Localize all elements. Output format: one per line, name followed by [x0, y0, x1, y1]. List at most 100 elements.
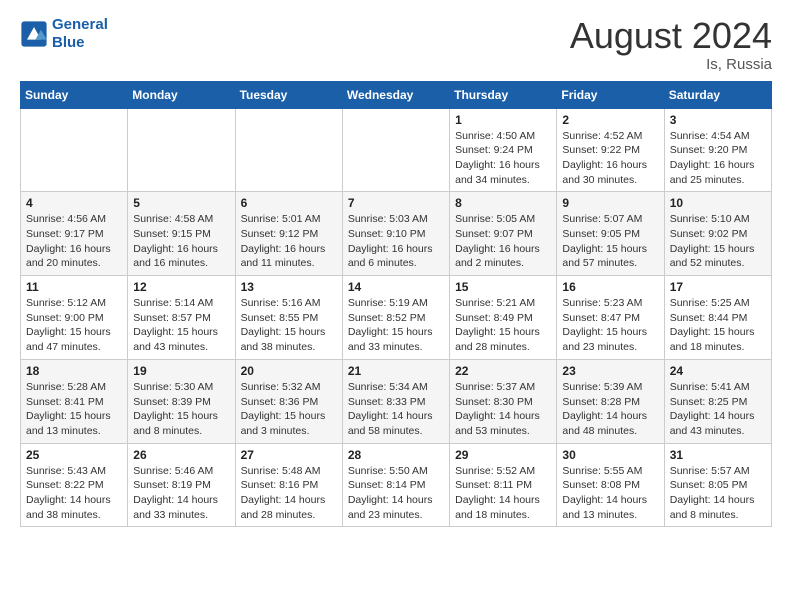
calendar-cell: 4 Sunrise: 4:56 AM Sunset: 9:17 PM Daylig… [21, 192, 128, 276]
day-number: 23 [562, 364, 658, 378]
day-info: Sunrise: 5:25 AM Sunset: 8:44 PM Dayligh… [670, 296, 766, 355]
calendar-cell: 19Sunrise: 5:30 AM Sunset: 8:39 PM Dayli… [128, 359, 235, 443]
day-info: Sunrise: 5:57 AM Sunset: 8:05 PM Dayligh… [670, 464, 766, 523]
day-number: 31 [670, 448, 766, 462]
weekday-header-saturday: Saturday [664, 81, 771, 108]
day-number: 8 [455, 196, 551, 210]
calendar-week-5: 25 Sunrise: 5:43 AM Sunset: 8:22 PM Dayli… [21, 443, 772, 527]
day-info: Sunrise: 5:46 AM Sunset: 8:19 PM Dayligh… [133, 464, 229, 523]
day-number: 26 [133, 448, 229, 462]
day-info: Sunrise: 4:58 AM Sunset: 9:15 PM Dayligh… [133, 212, 229, 271]
day-number: 14 [348, 280, 444, 294]
day-info: Sunrise: 5:19 AM Sunset: 8:52 PM Dayligh… [348, 296, 444, 355]
day-number: 27 [241, 448, 337, 462]
location: Is, Russia [570, 56, 772, 73]
day-info: Sunrise: 4:54 AM Sunset: 9:20 PM Dayligh… [670, 129, 766, 188]
day-number: 30 [562, 448, 658, 462]
calendar-cell: 18Sunrise: 5:28 AM Sunset: 8:41 PM Dayli… [21, 359, 128, 443]
day-number: 19 [133, 364, 229, 378]
day-info: Sunrise: 5:21 AM Sunset: 8:49 PM Dayligh… [455, 296, 551, 355]
weekday-header-thursday: Thursday [450, 81, 557, 108]
weekday-header-wednesday: Wednesday [342, 81, 449, 108]
day-info: Sunrise: 5:41 AM Sunset: 8:25 PM Dayligh… [670, 380, 766, 439]
weekday-header-monday: Monday [128, 81, 235, 108]
calendar-cell: 10 Sunrise: 5:10 AM Sunset: 9:02 PM Dayli… [664, 192, 771, 276]
calendar-cell [235, 108, 342, 192]
day-number: 13 [241, 280, 337, 294]
calendar-cell: 29Sunrise: 5:52 AM Sunset: 8:11 PM Dayli… [450, 443, 557, 527]
day-number: 3 [670, 113, 766, 127]
day-number: 25 [26, 448, 122, 462]
calendar-cell: 1 Sunrise: 4:50 AM Sunset: 9:24 PM Daylig… [450, 108, 557, 192]
calendar-cell [21, 108, 128, 192]
day-info: Sunrise: 5:23 AM Sunset: 8:47 PM Dayligh… [562, 296, 658, 355]
day-info: Sunrise: 5:55 AM Sunset: 8:08 PM Dayligh… [562, 464, 658, 523]
day-number: 15 [455, 280, 551, 294]
day-number: 9 [562, 196, 658, 210]
calendar-cell: 3 Sunrise: 4:54 AM Sunset: 9:20 PM Daylig… [664, 108, 771, 192]
calendar-week-2: 4 Sunrise: 4:56 AM Sunset: 9:17 PM Daylig… [21, 192, 772, 276]
calendar-cell: 30 Sunrise: 5:55 AM Sunset: 8:08 PM Dayli… [557, 443, 664, 527]
day-info: Sunrise: 5:52 AM Sunset: 8:11 PM Dayligh… [455, 464, 551, 523]
month-year: August 2024 [570, 16, 772, 56]
calendar-cell: 31 Sunrise: 5:57 AM Sunset: 8:05 PM Dayli… [664, 443, 771, 527]
day-number: 4 [26, 196, 122, 210]
calendar-cell: 6 Sunrise: 5:01 AM Sunset: 9:12 PM Daylig… [235, 192, 342, 276]
day-info: Sunrise: 5:39 AM Sunset: 8:28 PM Dayligh… [562, 380, 658, 439]
day-number: 16 [562, 280, 658, 294]
calendar-cell [128, 108, 235, 192]
page: General Blue August 2024 Is, Russia Sund… [0, 0, 792, 543]
day-info: Sunrise: 5:07 AM Sunset: 9:05 PM Dayligh… [562, 212, 658, 271]
calendar-cell [342, 108, 449, 192]
day-number: 6 [241, 196, 337, 210]
day-number: 28 [348, 448, 444, 462]
weekday-header-sunday: Sunday [21, 81, 128, 108]
calendar-week-4: 18Sunrise: 5:28 AM Sunset: 8:41 PM Dayli… [21, 359, 772, 443]
day-info: Sunrise: 4:52 AM Sunset: 9:22 PM Dayligh… [562, 129, 658, 188]
day-info: Sunrise: 5:05 AM Sunset: 9:07 PM Dayligh… [455, 212, 551, 271]
calendar: SundayMondayTuesdayWednesdayThursdayFrid… [20, 81, 772, 528]
calendar-week-1: 1 Sunrise: 4:50 AM Sunset: 9:24 PM Daylig… [21, 108, 772, 192]
day-number: 7 [348, 196, 444, 210]
day-number: 1 [455, 113, 551, 127]
day-info: Sunrise: 4:50 AM Sunset: 9:24 PM Dayligh… [455, 129, 551, 188]
day-number: 24 [670, 364, 766, 378]
calendar-cell: 28 Sunrise: 5:50 AM Sunset: 8:14 PM Dayli… [342, 443, 449, 527]
calendar-cell: 9 Sunrise: 5:07 AM Sunset: 9:05 PM Daylig… [557, 192, 664, 276]
calendar-cell: 14 Sunrise: 5:19 AM Sunset: 8:52 PM Dayli… [342, 276, 449, 360]
calendar-cell: 25 Sunrise: 5:43 AM Sunset: 8:22 PM Dayli… [21, 443, 128, 527]
day-info: Sunrise: 5:37 AM Sunset: 8:30 PM Dayligh… [455, 380, 551, 439]
day-number: 20 [241, 364, 337, 378]
calendar-cell: 26 Sunrise: 5:46 AM Sunset: 8:19 PM Dayli… [128, 443, 235, 527]
day-number: 21 [348, 364, 444, 378]
day-info: Sunrise: 5:28 AM Sunset: 8:41 PM Dayligh… [26, 380, 122, 439]
calendar-cell: 21Sunrise: 5:34 AM Sunset: 8:33 PM Dayli… [342, 359, 449, 443]
weekday-header-tuesday: Tuesday [235, 81, 342, 108]
day-number: 2 [562, 113, 658, 127]
day-info: Sunrise: 5:50 AM Sunset: 8:14 PM Dayligh… [348, 464, 444, 523]
calendar-cell: 24 Sunrise: 5:41 AM Sunset: 8:25 PM Dayli… [664, 359, 771, 443]
day-info: Sunrise: 5:01 AM Sunset: 9:12 PM Dayligh… [241, 212, 337, 271]
weekday-header-friday: Friday [557, 81, 664, 108]
title-block: August 2024 Is, Russia [570, 16, 772, 73]
calendar-cell: 2 Sunrise: 4:52 AM Sunset: 9:22 PM Daylig… [557, 108, 664, 192]
day-number: 5 [133, 196, 229, 210]
calendar-cell: 5 Sunrise: 4:58 AM Sunset: 9:15 PM Daylig… [128, 192, 235, 276]
calendar-cell: 27Sunrise: 5:48 AM Sunset: 8:16 PM Dayli… [235, 443, 342, 527]
day-info: Sunrise: 5:14 AM Sunset: 8:57 PM Dayligh… [133, 296, 229, 355]
calendar-week-3: 11Sunrise: 5:12 AM Sunset: 9:00 PM Dayli… [21, 276, 772, 360]
day-info: Sunrise: 4:56 AM Sunset: 9:17 PM Dayligh… [26, 212, 122, 271]
calendar-cell: 16 Sunrise: 5:23 AM Sunset: 8:47 PM Dayli… [557, 276, 664, 360]
day-number: 17 [670, 280, 766, 294]
day-number: 11 [26, 280, 122, 294]
calendar-cell: 20Sunrise: 5:32 AM Sunset: 8:36 PM Dayli… [235, 359, 342, 443]
calendar-cell: 23 Sunrise: 5:39 AM Sunset: 8:28 PM Dayli… [557, 359, 664, 443]
header: General Blue August 2024 Is, Russia [20, 16, 772, 73]
day-info: Sunrise: 5:10 AM Sunset: 9:02 PM Dayligh… [670, 212, 766, 271]
calendar-cell: 11Sunrise: 5:12 AM Sunset: 9:00 PM Dayli… [21, 276, 128, 360]
day-number: 10 [670, 196, 766, 210]
day-number: 12 [133, 280, 229, 294]
logo: General Blue [20, 16, 108, 52]
logo-icon [20, 20, 48, 48]
day-info: Sunrise: 5:43 AM Sunset: 8:22 PM Dayligh… [26, 464, 122, 523]
